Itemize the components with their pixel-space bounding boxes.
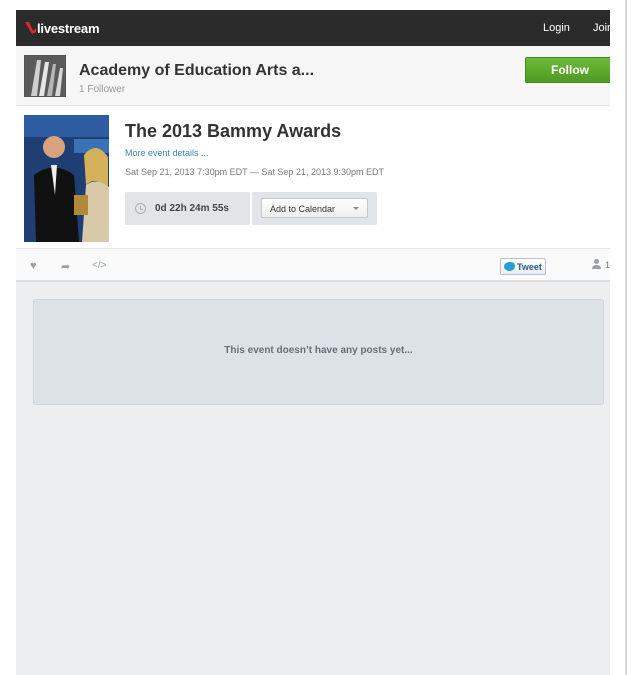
livestream-logo-icon — [25, 22, 36, 34]
event-thumbnail[interactable] — [24, 115, 109, 242]
chevron-down-icon — [353, 207, 359, 210]
page-scrollbar[interactable] — [625, 0, 627, 675]
event-header: The 2013 Bammy Awards More event details… — [16, 106, 610, 248]
tweet-label: Tweet — [517, 262, 542, 272]
follow-button[interactable]: Follow — [525, 57, 610, 83]
event-thumbnail-photo — [24, 115, 109, 242]
top-navigation-bar: livestream Login Join — [16, 10, 610, 46]
event-title: The 2013 Bammy Awards — [125, 121, 342, 141]
event-action-bar: ♥ ➦ </> Tweet 1 — [16, 248, 610, 282]
calendar-container: Add to Calendar — [252, 192, 377, 225]
event-countdown: 0d 22h 24m 55s — [125, 192, 250, 225]
embed-icon[interactable]: </> — [92, 260, 106, 271]
join-link[interactable]: Join — [593, 22, 610, 34]
login-link[interactable]: Login — [543, 22, 570, 34]
add-to-calendar-button[interactable]: Add to Calendar — [261, 198, 368, 218]
heart-icon[interactable]: ♥ — [30, 260, 37, 272]
follower-count: 1 Follower — [79, 84, 126, 95]
tweet-button[interactable]: Tweet — [500, 258, 546, 275]
add-to-calendar-label: Add to Calendar — [270, 204, 336, 214]
livestream-embed-frame: livestream Login Join Academy of Educati… — [16, 10, 610, 675]
channel-avatar-image — [25, 56, 65, 96]
viewer-count: 1 — [605, 260, 610, 270]
clock-icon — [135, 203, 146, 214]
empty-posts-message: This event doesn’t have any posts yet... — [224, 345, 413, 356]
posts-empty-state: This event doesn’t have any posts yet... — [33, 299, 604, 405]
channel-header: Academy of Education Arts a... 1 Followe… — [16, 46, 610, 106]
channel-title[interactable]: Academy of Education Arts a... — [79, 62, 314, 80]
twitter-icon — [504, 262, 515, 271]
channel-avatar[interactable] — [24, 55, 66, 97]
share-icon[interactable]: ➦ — [61, 260, 70, 273]
event-details-link[interactable]: More event details ... — [125, 148, 209, 158]
user-icon — [592, 259, 601, 270]
event-date-range: Sat Sep 21, 2013 7:30pm EDT — Sat Sep 21… — [125, 167, 384, 177]
logo-text: livestream — [37, 20, 100, 36]
livestream-logo[interactable]: livestream — [25, 19, 100, 37]
countdown-timer: 0d 22h 24m 55s — [155, 203, 229, 214]
